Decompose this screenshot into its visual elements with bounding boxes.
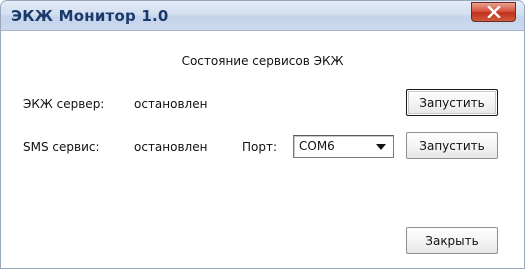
sms-service-status: остановлен: [134, 140, 208, 154]
port-select[interactable]: COM6: [293, 135, 394, 158]
port-label: Порт:: [242, 140, 278, 154]
app-window: ЭКЖ Монитор 1.0 Состояние сервисов ЭКЖ Э…: [0, 0, 525, 269]
close-button[interactable]: Закрыть: [406, 227, 498, 254]
window-title: ЭКЖ Монитор 1.0: [11, 7, 169, 25]
services-status-heading: Состояние сервисов ЭКЖ: [181, 54, 344, 68]
ekzh-server-start-button[interactable]: Запустить: [406, 89, 498, 116]
sms-service-label: SMS сервис:: [23, 140, 100, 154]
close-icon: [486, 6, 501, 18]
port-select-value: COM6: [299, 139, 335, 153]
ekzh-server-status: остановлен: [134, 97, 208, 111]
chevron-down-icon[interactable]: [371, 138, 391, 156]
client-area: Состояние сервисов ЭКЖ ЭКЖ сервер: остан…: [1, 31, 524, 268]
title-bar[interactable]: ЭКЖ Монитор 1.0: [1, 1, 524, 31]
ekzh-server-label: ЭКЖ сервер:: [23, 97, 105, 111]
sms-service-start-button[interactable]: Запустить: [406, 132, 498, 159]
window-close-button[interactable]: [471, 2, 516, 22]
